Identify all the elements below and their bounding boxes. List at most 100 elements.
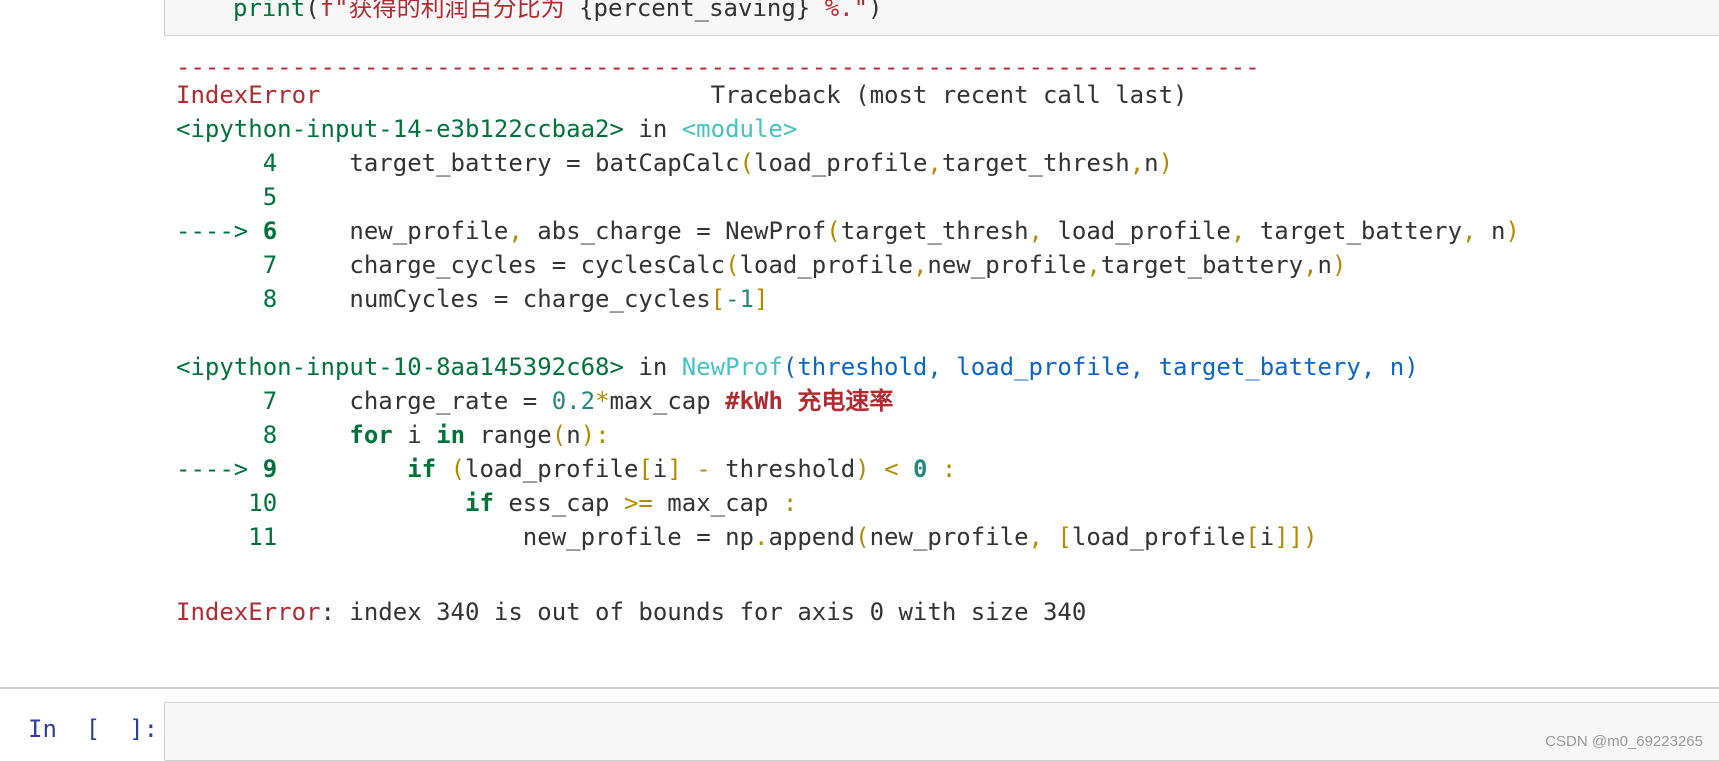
- bracket: [: [1043, 523, 1072, 551]
- frame-1-line-6-current: ----> 6 new_profile, abs_charge = NewPro…: [176, 214, 1520, 248]
- input-prompt: In [ ]:: [28, 715, 159, 743]
- bracket: [: [1245, 523, 1260, 551]
- paren: ): [1332, 251, 1347, 279]
- line-number: 5: [262, 183, 278, 211]
- current-line-arrow: ---->: [176, 455, 249, 483]
- code: new_profile: [869, 523, 1029, 551]
- paren: ): [855, 455, 870, 483]
- number: 0: [912, 455, 928, 483]
- keyword: if: [465, 489, 494, 517]
- comma: ,: [1129, 149, 1145, 177]
- frame-2-line-9-current: ----> 9 if (load_profile[i] - threshold)…: [176, 452, 956, 486]
- paren: (: [855, 523, 870, 551]
- code: n: [566, 421, 581, 449]
- paren: ): [1158, 149, 1174, 177]
- comma: ,: [508, 217, 523, 245]
- traceback-header: IndexError Traceback (most recent call l…: [176, 78, 1187, 112]
- frame-2-line-8: 8 for i in range(n):: [176, 418, 610, 452]
- frame-2-header: <ipython-input-10-8aa145392c68> in NewPr…: [176, 350, 1419, 384]
- frame-1-header: <ipython-input-14-e3b122ccbaa2> in <modu…: [176, 112, 797, 146]
- line-number: 8: [262, 285, 278, 313]
- paren: ): [1505, 217, 1520, 245]
- paren: (: [551, 421, 567, 449]
- frame-file: <ipython-input-14-e3b122ccbaa2>: [176, 115, 624, 143]
- code: target_thresh: [840, 217, 1029, 245]
- code: numCycles = charge_cycles: [349, 285, 711, 313]
- paren: (: [450, 455, 466, 483]
- frame-function: NewProf: [681, 353, 783, 381]
- line-number: 7: [262, 251, 278, 279]
- comma: ,: [1028, 217, 1043, 245]
- line-number: 9: [262, 455, 278, 483]
- bracket: ]: [754, 285, 769, 313]
- operator: -: [681, 455, 726, 483]
- line-number: 4: [262, 149, 278, 177]
- colon: :: [927, 455, 957, 483]
- frame-2-line-11: 11 new_profile = np.append(new_profile, …: [176, 520, 1317, 554]
- bracket: [: [710, 285, 726, 313]
- code: load_profile: [1071, 523, 1246, 551]
- comment: #kWh 充电速率: [725, 387, 894, 415]
- code: abs_charge = NewProf: [522, 217, 827, 245]
- current-line-arrow: ---->: [176, 217, 249, 245]
- code: charge_cycles = cyclesCalc: [349, 251, 726, 279]
- code: [436, 455, 450, 483]
- comma: ,: [1462, 217, 1477, 245]
- empty-code-cell-input[interactable]: [164, 702, 1719, 761]
- code: new_profile: [349, 217, 509, 245]
- code: target_battery = batCapCalc: [349, 149, 740, 177]
- frame-scope: <module>: [681, 115, 798, 143]
- colon: :: [782, 489, 798, 517]
- bracket: ]]: [1274, 523, 1304, 551]
- code: max_cap: [609, 387, 726, 415]
- frame-file: <ipython-input-10-8aa145392c68>: [176, 353, 624, 381]
- code: range: [465, 421, 552, 449]
- code: load_profile: [739, 251, 913, 279]
- frame-1-line-5: 5: [176, 180, 277, 214]
- operator: *: [595, 387, 610, 415]
- paren: (: [826, 217, 841, 245]
- comma: ,: [1086, 251, 1101, 279]
- code: append: [768, 523, 856, 551]
- colon: :: [595, 421, 610, 449]
- number: -1: [725, 285, 754, 313]
- in-word: in: [623, 353, 682, 381]
- code: target_thresh: [941, 149, 1130, 177]
- paren: (: [725, 251, 740, 279]
- operator: >=: [623, 489, 653, 517]
- code: n: [1476, 217, 1506, 245]
- watermark: CSDN @m0_69223265: [1545, 733, 1703, 750]
- paren: (: [739, 149, 754, 177]
- keyword: if: [407, 455, 437, 483]
- cell-output-traceback: ----------------------------------------…: [0, 0, 1719, 690]
- bracket: [: [638, 455, 653, 483]
- code: threshold: [725, 455, 856, 483]
- error-name: IndexError: [176, 598, 321, 626]
- keyword: in: [436, 421, 466, 449]
- comma: ,: [912, 251, 928, 279]
- in-word: in: [623, 115, 682, 143]
- code: target_battery: [1100, 251, 1304, 279]
- code: load_profile: [754, 149, 928, 177]
- code: target_battery: [1245, 217, 1463, 245]
- code: new_profile: [927, 251, 1087, 279]
- comma: ,: [1303, 251, 1318, 279]
- code: i: [1259, 523, 1275, 551]
- frame-2-line-7: 7 charge_rate = 0.2*max_cap #kWh 充电速率: [176, 384, 894, 418]
- line-number: 8: [262, 421, 278, 449]
- bracket: ]: [667, 455, 682, 483]
- keyword: for: [349, 421, 393, 449]
- line-number: 10: [248, 489, 278, 517]
- error-name: IndexError: [176, 81, 321, 109]
- code: n: [1144, 149, 1159, 177]
- operator: <: [869, 455, 913, 483]
- line-number: 6: [262, 217, 278, 245]
- error-message: : index 340 is out of bounds for axis 0 …: [320, 598, 1087, 626]
- code: n: [1317, 251, 1332, 279]
- paren: ): [580, 421, 596, 449]
- frame-2-line-10: 10 if ess_cap >= max_cap :: [176, 486, 797, 520]
- code: new_profile = np: [522, 523, 754, 551]
- code: max_cap: [652, 489, 783, 517]
- code: charge_rate =: [349, 387, 552, 415]
- code: load_profile: [465, 455, 639, 483]
